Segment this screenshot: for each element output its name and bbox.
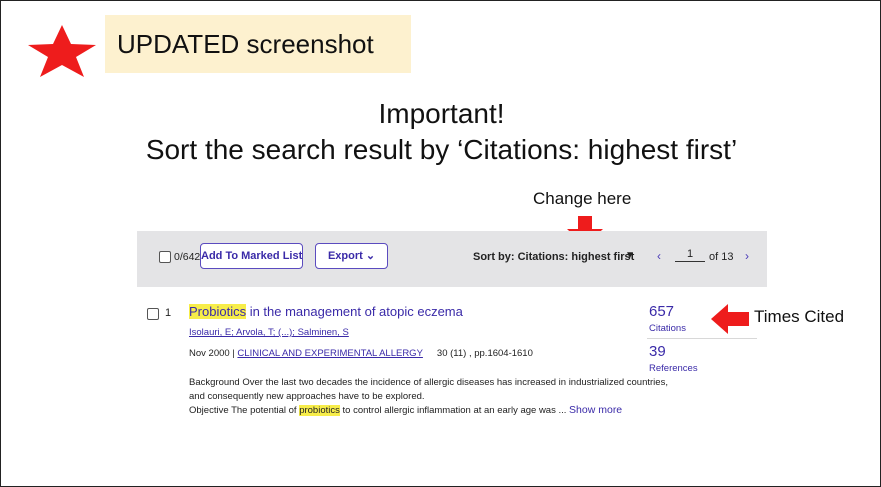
times-cited-callout: Times Cited [754,307,845,326]
citations-label[interactable]: Citations [649,323,686,334]
title-rest: in the management of atopic eczema [246,304,463,319]
chevron-down-icon: ⌄ [365,250,376,262]
sort-caret-icon[interactable]: ▼ [625,250,635,261]
slide: UPDATED screenshot Important! Sort the s… [0,0,881,487]
sort-dropdown[interactable]: Sort by: Citations: highest first [473,251,634,263]
star-icon [28,25,96,77]
journal-link[interactable]: CLINICAL AND EXPERIMENTAL ALLERGY [237,348,423,359]
abstract-line-3: Objective The potential of probiotics to… [189,404,622,416]
abstract-pre: Objective The potential of [189,405,300,416]
page-total: of 13 [709,251,734,263]
result-authors[interactable]: Isolauri, E; Arvola, T; (...); Salminen,… [189,327,349,338]
selected-count: 0/642 [174,251,201,263]
references-label[interactable]: References [649,363,698,374]
abstract-line-2: and consequently new approaches have to … [189,391,425,402]
abstract-highlight: probiotics [299,405,340,416]
heading-instruction: Sort the search result by ‘Citations: hi… [145,134,738,165]
page-next-button[interactable]: › [745,249,749,263]
arrow-left-icon [711,304,749,334]
result-checkbox[interactable] [147,308,159,320]
result-title-link[interactable]: Probiotics in the management of atopic e… [189,304,463,319]
result-number: 1 [165,307,172,319]
abstract-post: to control allergic inflammation at an e… [339,405,570,416]
volume-pages: 30 (11) , pp.1604-1610 [436,348,533,359]
divider [647,338,757,339]
search-results-screenshot: 0/642 Add To Marked List Export ⌄ Sort b… [137,231,767,423]
export-label: Export [327,250,363,262]
export-button[interactable]: Export ⌄ [315,243,388,269]
add-to-marked-list-button[interactable]: Add To Marked List [200,243,303,269]
references-count[interactable]: 39 [649,343,666,360]
pub-date: Nov 2000 | [189,348,238,359]
abstract-line-1: Background Over the last two decades the… [189,377,668,388]
updated-label: UPDATED screenshot [117,29,374,59]
results-toolbar: 0/642 Add To Marked List Export ⌄ Sort b… [137,231,767,287]
change-here-callout: Change here [533,189,632,208]
page-prev-button[interactable]: ‹ [657,249,661,263]
citations-count[interactable]: 657 [649,303,674,320]
page-number-input[interactable]: 1 [675,248,705,262]
title-highlight: Probiotics [189,304,247,319]
heading-important: Important! [378,98,505,129]
show-more-link[interactable]: Show more [569,404,622,416]
result-pubinfo: Nov 2000 | CLINICAL AND EXPERIMENTAL ALL… [189,348,533,359]
select-all-checkbox[interactable] [159,251,171,263]
